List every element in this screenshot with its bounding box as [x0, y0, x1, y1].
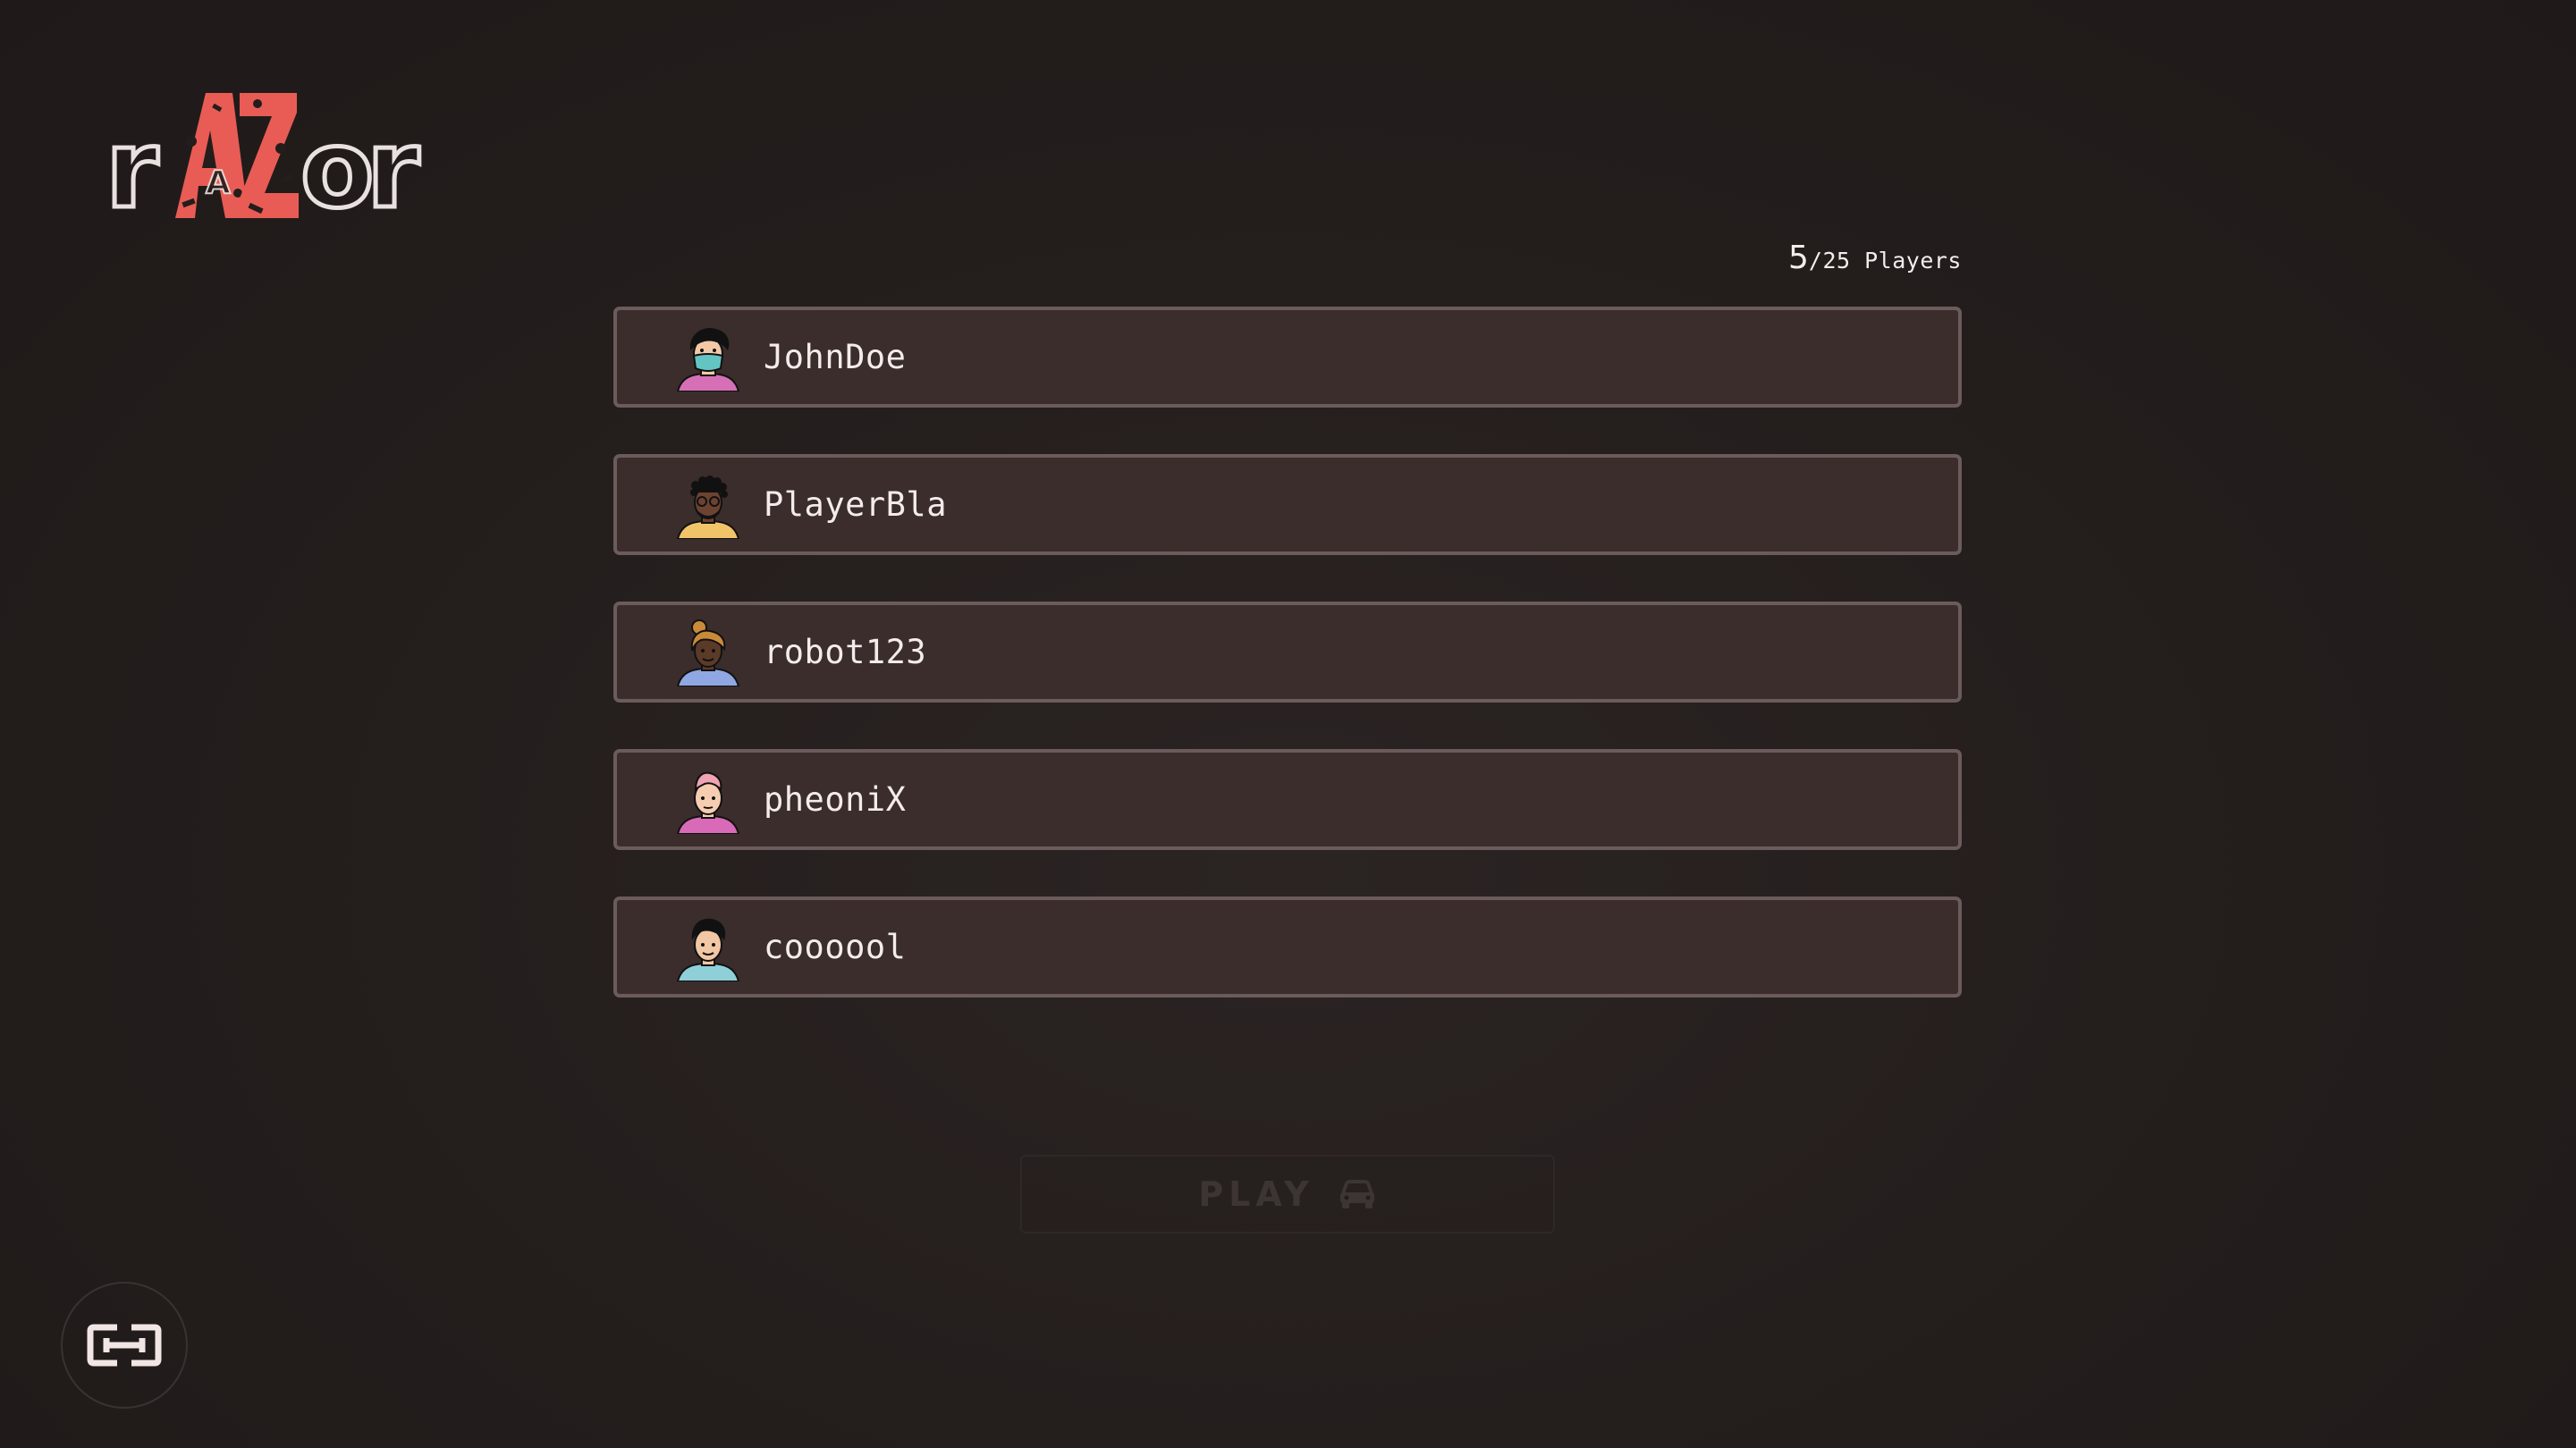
svg-text:r: r — [367, 108, 419, 229]
svg-text:o: o — [300, 108, 374, 229]
player-name: JohnDoe — [764, 338, 907, 376]
player-count-total: /25 Players — [1808, 248, 1962, 274]
app-logo: r A o r — [104, 86, 427, 235]
pink-hair-avatar-icon — [676, 771, 740, 834]
razor-logo-icon: r A o r — [104, 93, 422, 235]
dreadlocks-man-avatar-icon — [676, 475, 740, 539]
player-name: coooool — [764, 928, 907, 966]
player-row: PlayerBla — [613, 454, 1962, 555]
link-icon — [87, 1324, 162, 1367]
car-icon — [1339, 1180, 1374, 1208]
player-name: PlayerBla — [764, 485, 947, 524]
player-count: 5/25 Players — [1788, 240, 1962, 276]
player-row: robot123 — [613, 602, 1962, 703]
play-button-label: PLAY — [1198, 1174, 1314, 1214]
svg-text:r: r — [106, 108, 158, 229]
play-button[interactable]: PLAY — [1020, 1155, 1555, 1233]
dark-hair-boy-avatar-icon — [676, 918, 740, 981]
player-count-current: 5 — [1788, 240, 1809, 276]
invite-link-button[interactable] — [61, 1282, 188, 1409]
player-name: pheoniX — [764, 780, 907, 819]
player-row: pheoniX — [613, 749, 1962, 850]
player-name: robot123 — [764, 633, 927, 671]
player-row: coooool — [613, 897, 1962, 998]
svg-text:A: A — [206, 164, 231, 201]
player-row: JohnDoe — [613, 307, 1962, 408]
masked-woman-avatar-icon — [676, 327, 740, 391]
bun-woman-avatar-icon — [676, 619, 740, 686]
player-list: JohnDoe PlayerBla robot123 pheoniX coooo… — [613, 307, 1962, 998]
